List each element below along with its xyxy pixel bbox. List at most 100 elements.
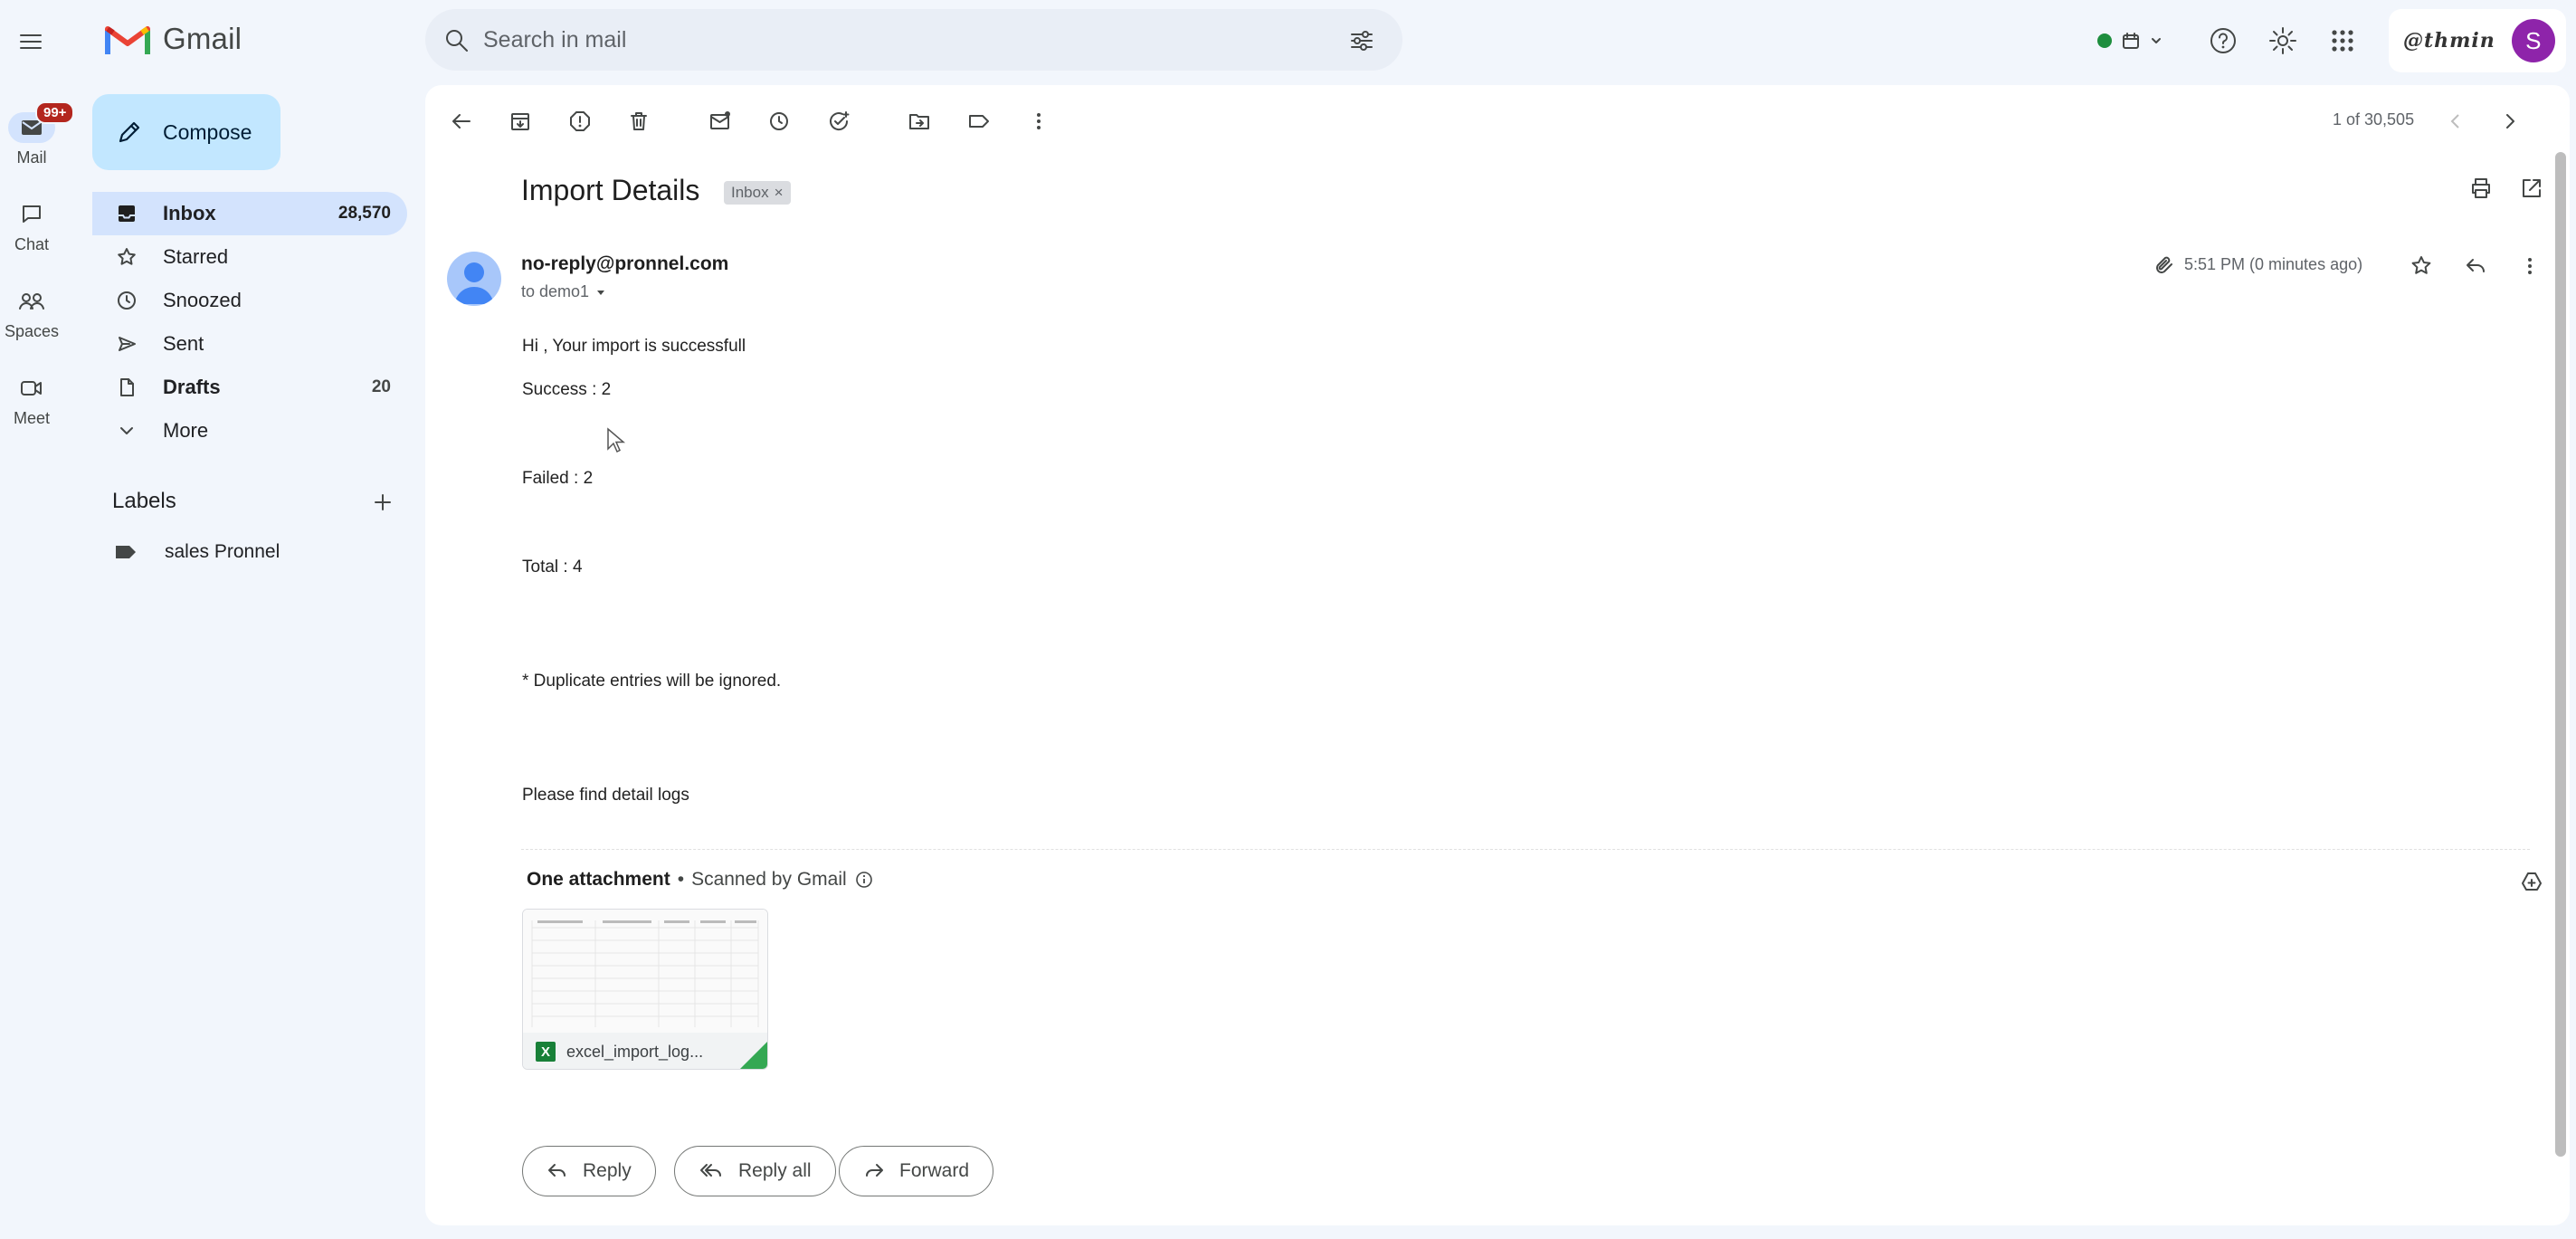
status-selector[interactable] <box>2081 18 2181 63</box>
attachment-clip-icon <box>2156 256 2172 273</box>
account-switcher[interactable]: @thmin S <box>2389 9 2566 72</box>
print-icon <box>2472 178 2490 198</box>
pencil-icon <box>119 121 140 143</box>
reply-all-label: Reply all <box>738 1160 812 1181</box>
body-success: Success : 2 <box>522 380 612 399</box>
account-avatar[interactable]: S <box>2511 19 2555 62</box>
main-menu-button[interactable] <box>9 20 52 63</box>
gmail-m-icon <box>105 26 150 54</box>
star-icon <box>118 248 136 265</box>
support-button[interactable] <box>2202 20 2244 62</box>
move-to-button[interactable] <box>899 101 939 141</box>
remove-label-icon[interactable]: × <box>775 184 784 202</box>
app-name: Gmail <box>163 22 242 55</box>
file-corner-fold <box>740 1042 767 1069</box>
reply-all-button[interactable]: Reply all <box>674 1146 836 1196</box>
archive-button[interactable] <box>500 101 540 141</box>
settings-button[interactable] <box>2262 20 2304 62</box>
reply-icon-button[interactable] <box>2457 248 2494 284</box>
more-button[interactable] <box>1019 101 1059 141</box>
forward-label: Forward <box>899 1160 970 1181</box>
attachment-card[interactable]: X excel_import_log... <box>522 909 768 1070</box>
message-view: 1 of 30,505 Import Details Inbox × no-re… <box>425 85 2570 1225</box>
nav-sent[interactable]: Sent <box>92 322 407 366</box>
create-label-button[interactable] <box>371 491 394 514</box>
rail-chat-label: Chat <box>14 235 50 253</box>
search-input[interactable] <box>483 22 1298 58</box>
search-icon[interactable] <box>443 27 471 54</box>
nav-starred[interactable]: Starred <box>92 235 407 279</box>
search-options-icon[interactable] <box>1348 27 1375 54</box>
rail-mail-pill: 99+ <box>8 101 75 143</box>
forward-button[interactable]: Forward <box>839 1146 994 1196</box>
excel-file-icon: X <box>536 1042 556 1062</box>
info-icon[interactable] <box>854 870 874 890</box>
mouse-cursor-icon <box>607 427 626 453</box>
sender-address[interactable]: no-reply@pronnel.com <box>521 253 728 275</box>
nav-drafts[interactable]: Drafts 20 <box>92 366 407 409</box>
nav-inbox-label: Inbox <box>163 202 216 224</box>
forward-icon <box>866 1164 883 1177</box>
apps-grid-icon <box>2332 30 2353 52</box>
mail-nav: Inbox 28,570 Starred Snoozed Sent Drafts… <box>92 192 407 453</box>
inbox-icon <box>119 205 135 222</box>
inbox-label-chip[interactable]: Inbox × <box>724 181 791 205</box>
snooze-icon <box>770 112 788 130</box>
nav-inbox[interactable]: Inbox 28,570 <box>92 192 407 235</box>
delete-button[interactable] <box>619 101 659 141</box>
compose-button[interactable]: Compose <box>92 94 280 170</box>
nav-snoozed[interactable]: Snoozed <box>92 279 407 322</box>
recipient-text: to demo1 <box>521 282 590 300</box>
report-spam-button[interactable] <box>560 101 600 141</box>
attachment-header: One attachment • Scanned by Gmail <box>527 869 874 891</box>
gmail-logo[interactable]: Gmail <box>105 22 242 56</box>
mark-unread-button[interactable] <box>700 101 740 141</box>
print-button[interactable] <box>2461 168 2501 208</box>
rail-spaces[interactable]: Spaces <box>0 286 63 341</box>
message-more-button[interactable] <box>2512 248 2548 284</box>
back-button[interactable] <box>442 101 481 141</box>
inbox-chip-label: Inbox <box>731 184 769 201</box>
video-camera-icon <box>21 381 42 396</box>
star-button[interactable] <box>2403 248 2439 284</box>
rail-mail[interactable]: 99+ Mail <box>0 101 75 167</box>
save-to-drive-button[interactable] <box>2512 862 2552 901</box>
message-timestamp: 5:51 PM (0 minutes ago) <box>2184 255 2363 273</box>
snooze-button[interactable] <box>759 101 799 141</box>
reply-icon <box>2467 259 2485 272</box>
labels-heading: Labels <box>112 489 176 513</box>
search-bar[interactable] <box>425 9 1402 71</box>
compose-label: Compose <box>163 119 252 144</box>
recipient-line[interactable]: to demo1 <box>521 282 607 301</box>
attachment-separator: • <box>677 869 685 890</box>
body-greeting: Hi , Your import is successfull <box>522 337 746 356</box>
body-failed: Failed : 2 <box>522 469 594 488</box>
gear-icon <box>2269 27 2296 54</box>
label-sales-pronnel[interactable]: sales Pronnel <box>114 541 280 563</box>
clock-icon <box>118 291 136 310</box>
labels-button[interactable] <box>959 101 999 141</box>
label-icon <box>969 115 989 128</box>
older-button[interactable] <box>2490 101 2530 141</box>
report-spam-icon <box>570 111 590 131</box>
add-task-button[interactable] <box>819 101 859 141</box>
sender-avatar[interactable] <box>447 252 501 306</box>
open-new-window-button[interactable] <box>2512 168 2552 208</box>
spreadsheet-preview <box>523 910 767 1033</box>
scanned-by-gmail: Scanned by Gmail <box>691 869 847 890</box>
unread-badge: 99+ <box>35 101 75 124</box>
organization-logo: @thmin <box>2403 29 2495 52</box>
label-name: sales Pronnel <box>165 541 280 562</box>
message-scrollbar[interactable] <box>2555 152 2566 1157</box>
reply-button[interactable]: Reply <box>522 1146 656 1196</box>
newer-button[interactable] <box>2436 101 2476 141</box>
top-bar: Gmail Search in mail @thmin S <box>0 0 2576 81</box>
send-icon <box>119 337 136 351</box>
nav-more[interactable]: More <box>92 409 407 453</box>
plus-icon <box>375 494 391 510</box>
rail-meet[interactable]: Meet <box>0 373 63 428</box>
spaces-icon <box>19 293 44 310</box>
apps-button[interactable] <box>2322 20 2363 62</box>
chevron-down-icon <box>120 427 133 434</box>
rail-chat[interactable]: Chat <box>0 199 63 254</box>
